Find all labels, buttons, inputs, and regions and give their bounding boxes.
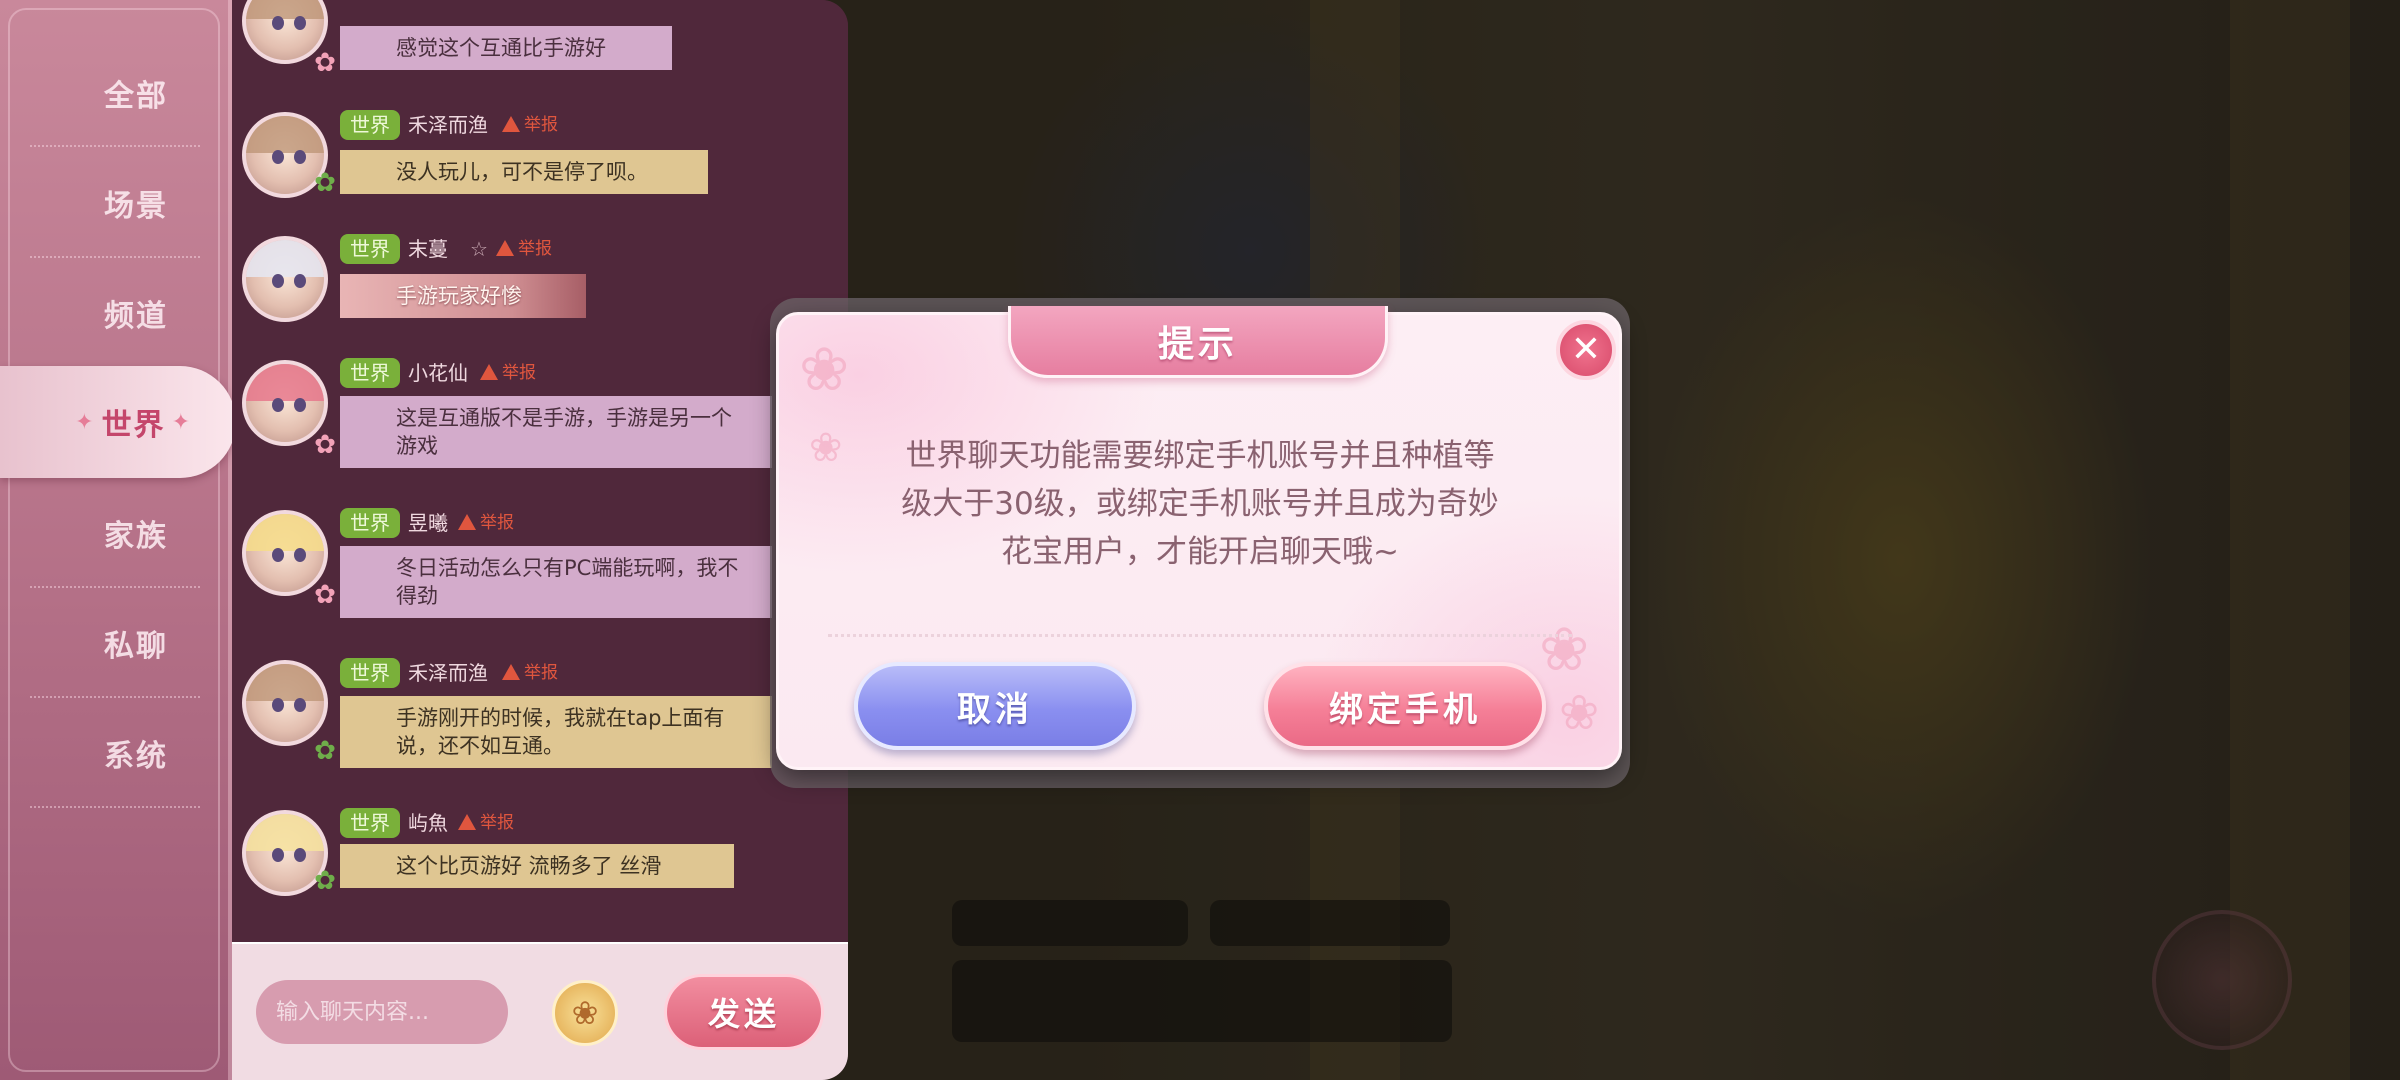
warning-icon <box>458 514 476 530</box>
list-item: ✿ 世界 屿魚 举报 这个比页游好 流畅多了 丝滑 <box>232 808 848 908</box>
emoji-button[interactable]: ❀ <box>552 980 618 1046</box>
dialog-message: 世界聊天功能需要绑定手机账号并且种植等级大于30级，或绑定手机账号并且成为奇妙花… <box>901 438 1499 570</box>
send-button[interactable]: 发送 <box>664 974 824 1050</box>
sidebar-item-label: 私聊 <box>104 629 168 664</box>
sidebar-item-label: 场景 <box>104 189 168 224</box>
sidebar-item-channel[interactable]: 频道 <box>0 258 220 368</box>
message-bubble: 手游玩家好惨 <box>340 274 586 318</box>
close-button[interactable]: ✕ <box>1556 320 1616 380</box>
channel-tag: 世界 <box>340 110 400 140</box>
warning-icon <box>480 364 498 380</box>
sidebar-divider <box>30 145 200 147</box>
chat-input-bar: ❀ 发送 <box>232 942 848 1080</box>
report-button[interactable]: 举报 <box>458 508 514 538</box>
petal-decoration-icon: ❀ <box>1559 685 1600 741</box>
sidebar-item-family[interactable]: 家族 <box>0 478 220 588</box>
list-item: 世界 末蔓 ☆ 举报 手游玩家好惨 <box>232 234 848 324</box>
flower-badge-icon: ✿ <box>314 430 336 460</box>
sparkle-icon: ✦ <box>75 409 96 435</box>
report-label: 举报 <box>480 513 514 533</box>
flower-badge-icon: ✿ <box>314 48 336 78</box>
list-item: ✿ 世界 小花仙 举报 这是互通版不是手游，手游是另一个游戏 <box>232 358 848 478</box>
dialog-divider <box>828 634 1572 637</box>
report-button[interactable]: 举报 <box>458 808 514 838</box>
list-item: ✿ 世界 昱曦 举报 冬日活动怎么只有PC端能玩啊，我不得劲 <box>232 508 848 628</box>
chat-window: 全部 场景 频道 ✦ 世界 ✦ 家族 私聊 系统 ✿ 感觉这个互通比手游好 ✿ … <box>0 0 848 1080</box>
report-label: 举报 <box>480 813 514 833</box>
sidebar-divider <box>30 806 200 808</box>
sidebar-item-label: 系统 <box>104 739 168 774</box>
list-item: ✿ 世界 禾泽而渔 举报 手游刚开的时候，我就在tap上面有说，还不如互通。 <box>232 658 848 778</box>
petal-decoration-icon: ❀ <box>1539 615 1590 685</box>
message-bubble: 感觉这个互通比手游好 <box>340 26 672 70</box>
sidebar-item-scene[interactable]: 场景 <box>0 148 220 258</box>
sidebar-item-world[interactable]: ✦ 世界 ✦ <box>0 366 236 478</box>
channel-tag: 世界 <box>340 808 400 838</box>
report-label: 举报 <box>518 239 552 259</box>
sidebar-item-private[interactable]: 私聊 <box>0 588 220 698</box>
list-item: ✿ 感觉这个互通比手游好 <box>232 0 848 80</box>
list-item: ✿ 世界 禾泽而渔 举报 没人玩儿，可不是停了呗。 <box>232 110 848 200</box>
report-button[interactable]: 举报 <box>480 358 536 388</box>
message-bubble: 这是互通版不是手游，手游是另一个游戏 <box>340 396 772 468</box>
cancel-button[interactable]: 取消 <box>854 662 1136 750</box>
username[interactable]: 屿魚 <box>408 808 448 838</box>
sidebar-item-label: 世界 <box>101 408 166 443</box>
channel-tag: 世界 <box>340 658 400 688</box>
flower-emoji-icon: ❀ <box>571 994 599 1032</box>
sidebar-item-label: 频道 <box>104 299 168 334</box>
leaf-badge-icon: ✿ <box>314 866 336 896</box>
message-bubble: 没人玩儿，可不是停了呗。 <box>340 150 708 194</box>
game-screen: 全部 场景 频道 ✦ 世界 ✦ 家族 私聊 系统 ✿ 感觉这个互通比手游好 ✿ … <box>0 0 2400 1080</box>
warning-icon <box>458 814 476 830</box>
sidebar-item-system[interactable]: 系统 <box>0 698 220 808</box>
message-bubble: 这个比页游好 流畅多了 丝滑 <box>340 844 734 888</box>
bind-phone-button[interactable]: 绑定手机 <box>1264 662 1546 750</box>
report-label: 举报 <box>524 663 558 683</box>
warning-icon <box>502 664 520 680</box>
sidebar-item-label: 家族 <box>104 519 168 554</box>
message-bubble: 冬日活动怎么只有PC端能玩啊，我不得劲 <box>340 546 772 618</box>
message-list[interactable]: ✿ 感觉这个互通比手游好 ✿ 世界 禾泽而渔 举报 没人玩儿，可不是停了呗。 世… <box>232 0 848 942</box>
username[interactable]: 禾泽而渔 <box>408 110 488 140</box>
dialog-title-tab: 提示 <box>1008 306 1388 378</box>
message-bubble: 手游刚开的时候，我就在tap上面有说，还不如互通。 <box>340 696 772 768</box>
avatar[interactable] <box>242 660 328 746</box>
username[interactable]: 禾泽而渔 <box>408 658 488 688</box>
petal-decoration-icon: ❀ <box>809 425 843 471</box>
report-button[interactable]: 举报 <box>502 110 558 140</box>
flower-badge-icon: ✿ <box>314 580 336 610</box>
channel-tag: 世界 <box>340 234 400 264</box>
channel-tag: 世界 <box>340 508 400 538</box>
username[interactable]: 昱曦 <box>408 508 448 538</box>
report-label: 举报 <box>524 115 558 135</box>
chat-input[interactable] <box>256 980 508 1044</box>
chat-sidebar: 全部 场景 频道 ✦ 世界 ✦ 家族 私聊 系统 <box>0 0 236 1080</box>
report-button[interactable]: 举报 <box>502 658 558 688</box>
close-icon: ✕ <box>1570 329 1602 370</box>
dialog-title: 提示 <box>1157 323 1238 365</box>
report-button[interactable]: 举报 <box>496 234 552 264</box>
petal-decoration-icon: ❀ <box>799 335 850 405</box>
warning-icon <box>496 240 514 256</box>
channel-tag: 世界 <box>340 358 400 388</box>
sparkle-icon: ✦ <box>171 409 192 435</box>
username[interactable]: 小花仙 <box>408 358 468 388</box>
leaf-badge-icon: ✿ <box>314 736 336 766</box>
star-icon: ☆ <box>470 237 488 261</box>
leaf-badge-icon: ✿ <box>314 168 336 198</box>
warning-icon <box>502 116 520 132</box>
sidebar-item-label: 全部 <box>104 79 168 114</box>
report-label: 举报 <box>502 363 536 383</box>
username[interactable]: 末蔓 <box>408 234 448 264</box>
sidebar-item-all[interactable]: 全部 <box>0 38 220 148</box>
avatar[interactable] <box>242 236 328 322</box>
